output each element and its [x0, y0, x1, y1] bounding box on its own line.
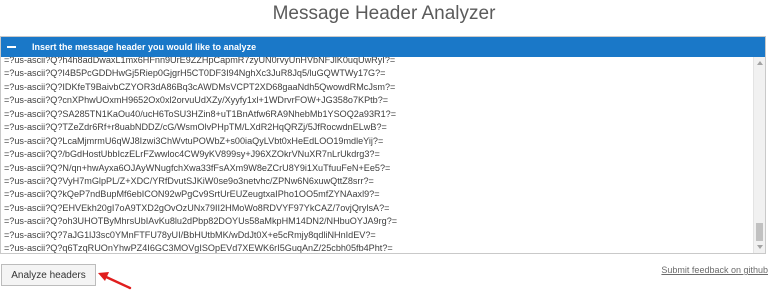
- message-header-line: =?us-ascii?Q?h4h8adDwaxL1mx6HFnn9UrE9ZZH…: [4, 57, 396, 65]
- panel-header[interactable]: Insert the message header you would like…: [1, 37, 765, 57]
- message-header-line: =?us-ascii?Q?TZeZdr6Rf+r8uabNDDZ/cG/WsmO…: [4, 122, 387, 133]
- message-header-line: =?us-ascii?Q?LcaMjmrmU6qWJ8Izwi3ChWvtuPO…: [4, 135, 384, 146]
- message-header-line: =?us-ascii?Q?SA285TN1KaOu40/ucH6ToSU3HZi…: [4, 108, 397, 119]
- message-header-line: =?us-ascii?Q?IDKfeT9BaivbCZYOR3dA86Bq3cA…: [4, 81, 396, 92]
- message-header-line: =?us-ascii?Q?cnXPhwUOxmH9652Ox0xl2orvuUd…: [4, 95, 389, 106]
- message-header-line: =?us-ascii?Q?7aJG1lJ3sc0YMnFTFU78yUI/BbH…: [4, 229, 376, 240]
- message-header-line: =?us-ascii?Q?q6TzqRUOnYhwPZ4I6GC3MOVgISO…: [4, 243, 393, 253]
- scroll-down-arrow-icon[interactable]: [757, 245, 763, 249]
- scroll-up-arrow-icon[interactable]: [757, 61, 763, 65]
- message-header-line: =?us-ascii?Q?N/qn+hwAyxa6OJAyWNugfchXwa3…: [4, 162, 391, 173]
- header-lines: =?us-ascii?Q?h4h8adDwaxL1mx6HFnn9UrE9ZZH…: [4, 57, 397, 253]
- message-header-line: =?us-ascii?Q?kQeP7ndBupMf6ebICON92wPgCv9…: [4, 189, 380, 200]
- message-header-textarea[interactable]: =?us-ascii?Q?h4h8adDwaxL1mx6HFnn9UrE9ZZH…: [1, 57, 753, 253]
- scrollbar-thumb[interactable]: [756, 223, 763, 241]
- minus-icon[interactable]: [7, 46, 16, 48]
- message-header-analyzer-page: Message Header Analyzer Insert the messa…: [0, 0, 768, 308]
- app-title: Message Header Analyzer: [272, 3, 496, 24]
- message-header-line: =?us-ascii?Q?/bGdHostUbbIczELrFZwwloc4CW…: [4, 149, 380, 160]
- vertical-scrollbar[interactable]: [753, 57, 765, 253]
- message-header-line: =?us-ascii?Q?I4B5PcGDDHwGj5Riep0GjgrH5CT…: [4, 68, 386, 79]
- header-input-panel: Insert the message header you would like…: [0, 36, 766, 254]
- red-arrow-annotation-icon: [98, 272, 132, 290]
- analyze-headers-button[interactable]: Analyze headers: [1, 264, 96, 286]
- panel-header-label: Insert the message header you would like…: [32, 42, 257, 52]
- message-header-line: =?us-ascii?Q?EHVEkh20gI7oA9TXD2gOvOzUNx7…: [4, 202, 390, 213]
- message-header-line: =?us-ascii?Q?oh3UHOTByMhrsUbIAvKu8lu2dPb…: [4, 216, 398, 227]
- message-header-line: =?us-ascii?Q?VyH7mGlpPL/Z+XDC/YRfDvutSJK…: [4, 175, 374, 186]
- submit-feedback-link[interactable]: Submit feedback on github: [661, 265, 768, 275]
